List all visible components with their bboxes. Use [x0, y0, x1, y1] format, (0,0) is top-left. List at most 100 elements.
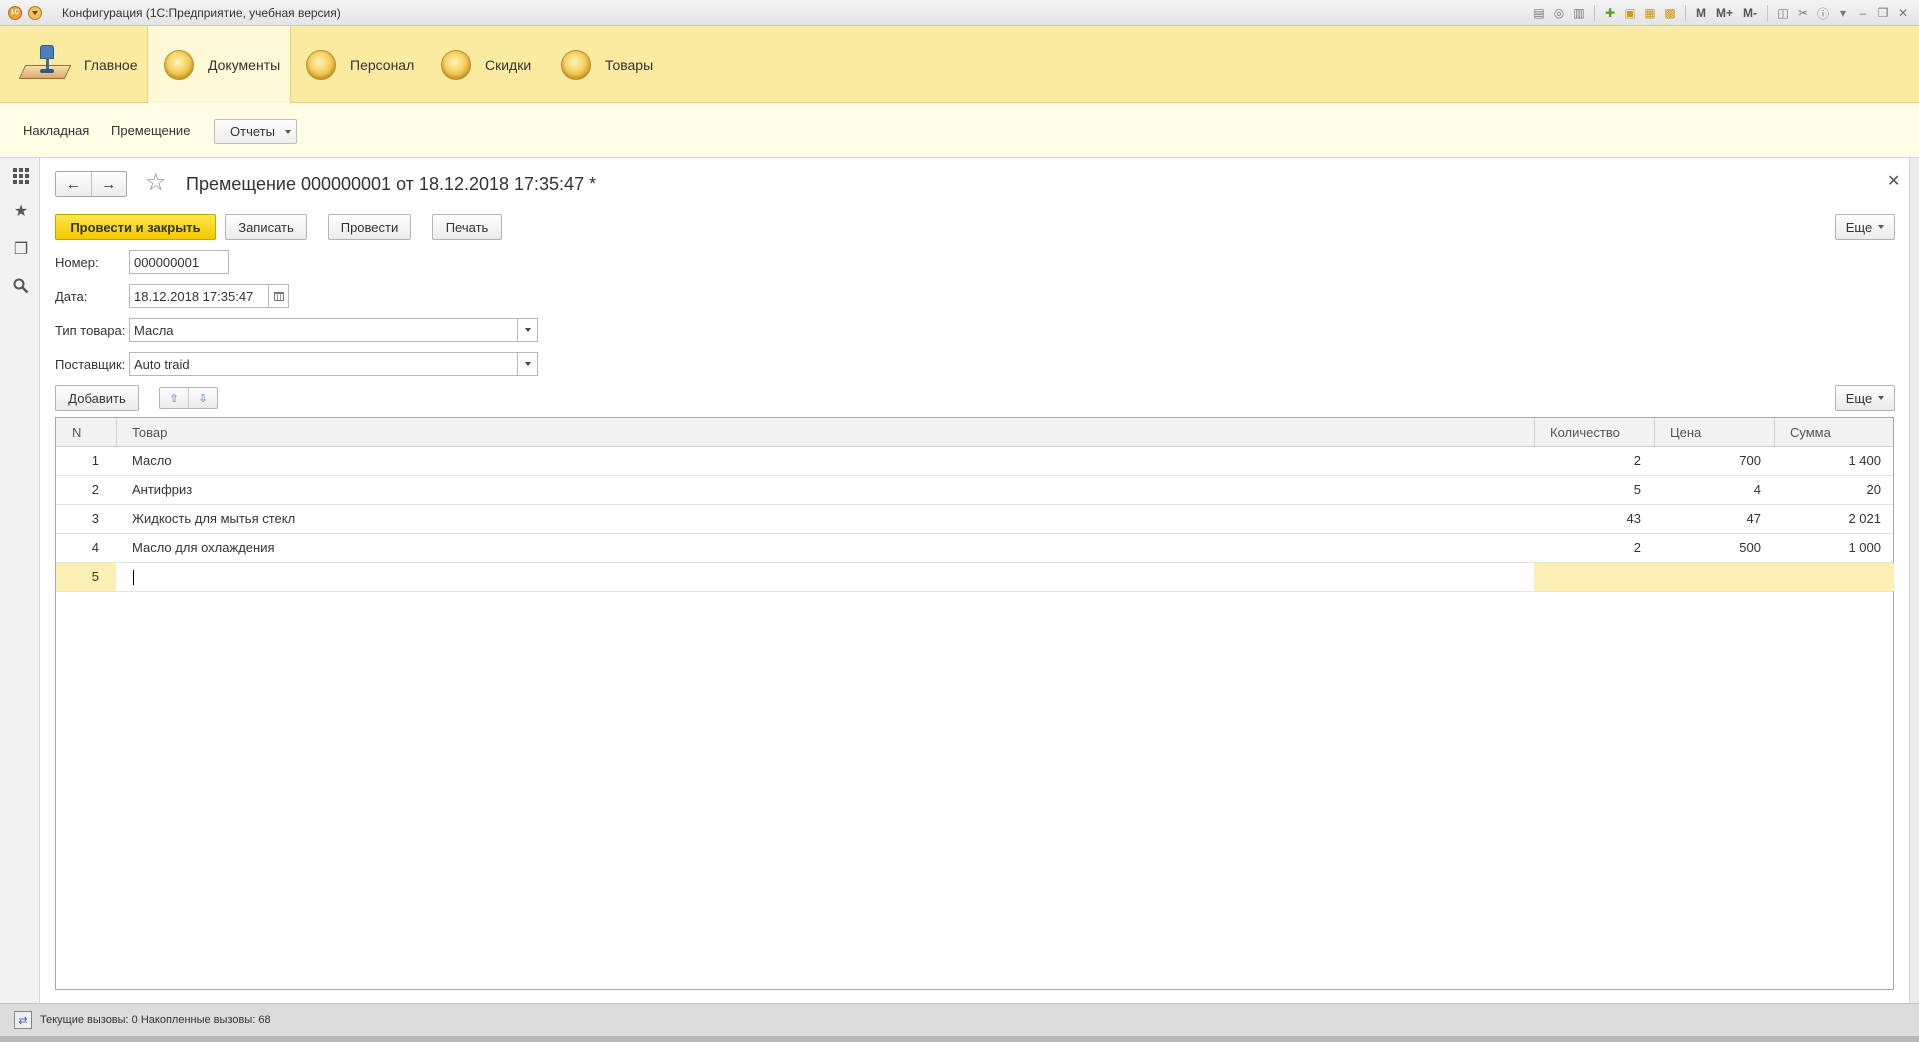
row-number: 2 [91, 482, 99, 497]
row-item[interactable]: Жидкость для мытья стекл [132, 505, 295, 533]
row-price[interactable]: 47 [1654, 505, 1761, 533]
transfer-link[interactable]: Премещение [111, 123, 190, 138]
calendar-icon[interactable]: ▦ [1642, 5, 1658, 21]
column-header-sum[interactable]: Сумма [1790, 418, 1831, 447]
number-label: Номер: [55, 255, 99, 270]
search-icon[interactable] [12, 278, 30, 296]
history-icon[interactable]: ▣ [1622, 5, 1638, 21]
preview-page-icon[interactable]: ▥ [1571, 5, 1587, 21]
post-and-close-button[interactable]: Провести и закрыть [55, 214, 216, 240]
forward-arrow-icon[interactable]: → [90, 172, 127, 196]
restore-icon[interactable]: ❐ [1875, 5, 1891, 21]
add-row-button[interactable]: Добавить [55, 385, 139, 411]
row-price[interactable]: 4 [1654, 476, 1761, 504]
table-row[interactable]: 1 Масло 2 700 1 400 [56, 447, 1893, 476]
number-field[interactable]: 000000001 [129, 250, 229, 274]
tools-icon[interactable]: ✂ [1795, 5, 1811, 21]
table-header: N Товар Количество Цена Сумма [56, 418, 1893, 447]
calendar-button[interactable] [269, 284, 289, 308]
active-price-cell[interactable] [1654, 563, 1774, 591]
sections-panel: Главное Документы Персонал Скидки Товары [0, 26, 1919, 103]
close-form-icon[interactable]: ✕ [1887, 171, 1900, 191]
app-logo-icon[interactable]: 1С [8, 5, 22, 20]
column-separator [116, 418, 117, 447]
row-sum[interactable]: 2 021 [1774, 505, 1881, 533]
supplier-dropdown[interactable] [518, 352, 538, 376]
section-staff[interactable]: Персонал [306, 26, 426, 103]
row-sum[interactable]: 1 400 [1774, 447, 1881, 475]
memory-m-button[interactable]: M [1693, 5, 1709, 21]
column-header-price[interactable]: Цена [1670, 418, 1701, 447]
row-item[interactable]: Масло [132, 447, 172, 475]
table-row[interactable]: 3 Жидкость для мытья стекл 43 47 2 021 [56, 505, 1893, 534]
section-documents[interactable]: Документы [147, 26, 291, 103]
memory-plus-button[interactable]: M+ [1713, 5, 1736, 21]
active-sum-cell[interactable] [1774, 563, 1894, 591]
product-type-field[interactable]: Масла [129, 318, 518, 342]
section-main[interactable]: Главное [18, 26, 145, 103]
table-row[interactable]: 2 Антифриз 5 4 20 [56, 476, 1893, 505]
active-qty-cell[interactable] [1534, 563, 1654, 591]
section-goods[interactable]: Товары [561, 26, 671, 103]
row-qty[interactable]: 5 [1534, 476, 1641, 504]
document-form: ← → ☆ Премещение 000000001 от 18.12.2018… [41, 158, 1909, 1003]
column-separator [1654, 418, 1655, 447]
column-separator [1534, 418, 1535, 447]
info-dropdown-icon[interactable]: ▾ [1835, 5, 1851, 21]
row-item[interactable]: Антифриз [132, 476, 192, 504]
date-field[interactable]: 18.12.2018 17:35:47 [129, 284, 269, 308]
row-qty[interactable]: 2 [1534, 447, 1641, 475]
chevron-down-icon [284, 129, 291, 134]
close-window-icon[interactable]: ✕ [1895, 5, 1911, 21]
coin-icon [561, 49, 591, 80]
memory-minus-button[interactable]: M- [1740, 5, 1760, 21]
row-sum[interactable]: 1 000 [1774, 534, 1881, 562]
row-number: 1 [91, 453, 99, 468]
table-row-active[interactable]: 5 [56, 563, 1894, 592]
main-menu-icon[interactable] [28, 5, 42, 20]
product-type-dropdown[interactable] [518, 318, 538, 342]
panels-icon[interactable]: ◫ [1775, 5, 1791, 21]
print-button[interactable]: Печать [432, 214, 502, 240]
save-button[interactable]: Записать [225, 214, 307, 240]
post-button[interactable]: Провести [328, 214, 411, 240]
move-down-icon[interactable]: ⇩ [188, 388, 217, 408]
row-number: 4 [91, 540, 99, 555]
section-discounts[interactable]: Скидки [441, 26, 551, 103]
row-price[interactable]: 700 [1654, 447, 1761, 475]
row-qty[interactable]: 2 [1534, 534, 1641, 562]
table-more-button[interactable]: Еще [1835, 385, 1895, 411]
row-price[interactable]: 500 [1654, 534, 1761, 562]
apps-grid-icon[interactable] [12, 167, 30, 185]
calendar-icon [273, 291, 284, 301]
favorites-star-icon[interactable]: ★ [12, 203, 30, 221]
preview-icon[interactable]: ◎ [1551, 5, 1567, 21]
minimize-icon[interactable]: – [1855, 5, 1871, 21]
invoice-link[interactable]: Накладная [23, 123, 89, 138]
text-cursor [133, 570, 134, 585]
row-sum[interactable]: 20 [1774, 476, 1881, 504]
performance-icon[interactable]: ⇄ [14, 1011, 32, 1029]
bottom-strip [0, 1036, 1919, 1042]
row-item[interactable]: Масло для охлаждения [132, 534, 275, 562]
supplier-field[interactable]: Auto traid [129, 352, 518, 376]
left-panel: ★ ❐ [0, 158, 40, 1003]
favorite-star-icon[interactable]: ☆ [145, 170, 167, 196]
column-header-n[interactable]: N [72, 418, 81, 447]
reports-button[interactable]: Отчеты [214, 119, 297, 144]
history-copy-icon[interactable]: ❐ [12, 241, 30, 259]
favorites-icon[interactable]: ✚ [1602, 5, 1618, 21]
column-header-qty[interactable]: Количество [1550, 418, 1620, 447]
toolbar-separator [1684, 5, 1686, 21]
move-up-icon[interactable]: ⇧ [160, 388, 188, 408]
calculator-icon[interactable]: ▩ [1662, 5, 1678, 21]
more-button[interactable]: Еще [1835, 214, 1895, 240]
info-icon[interactable]: ⓘ [1815, 5, 1831, 21]
print-icon[interactable]: ▤ [1531, 5, 1547, 21]
back-arrow-icon[interactable]: ← [56, 172, 91, 196]
supplier-label: Поставщик: [55, 357, 126, 372]
section-label: Главное [84, 56, 138, 73]
row-qty[interactable]: 43 [1534, 505, 1641, 533]
column-header-item[interactable]: Товар [132, 418, 167, 447]
table-row[interactable]: 4 Масло для охлаждения 2 500 1 000 [56, 534, 1893, 563]
